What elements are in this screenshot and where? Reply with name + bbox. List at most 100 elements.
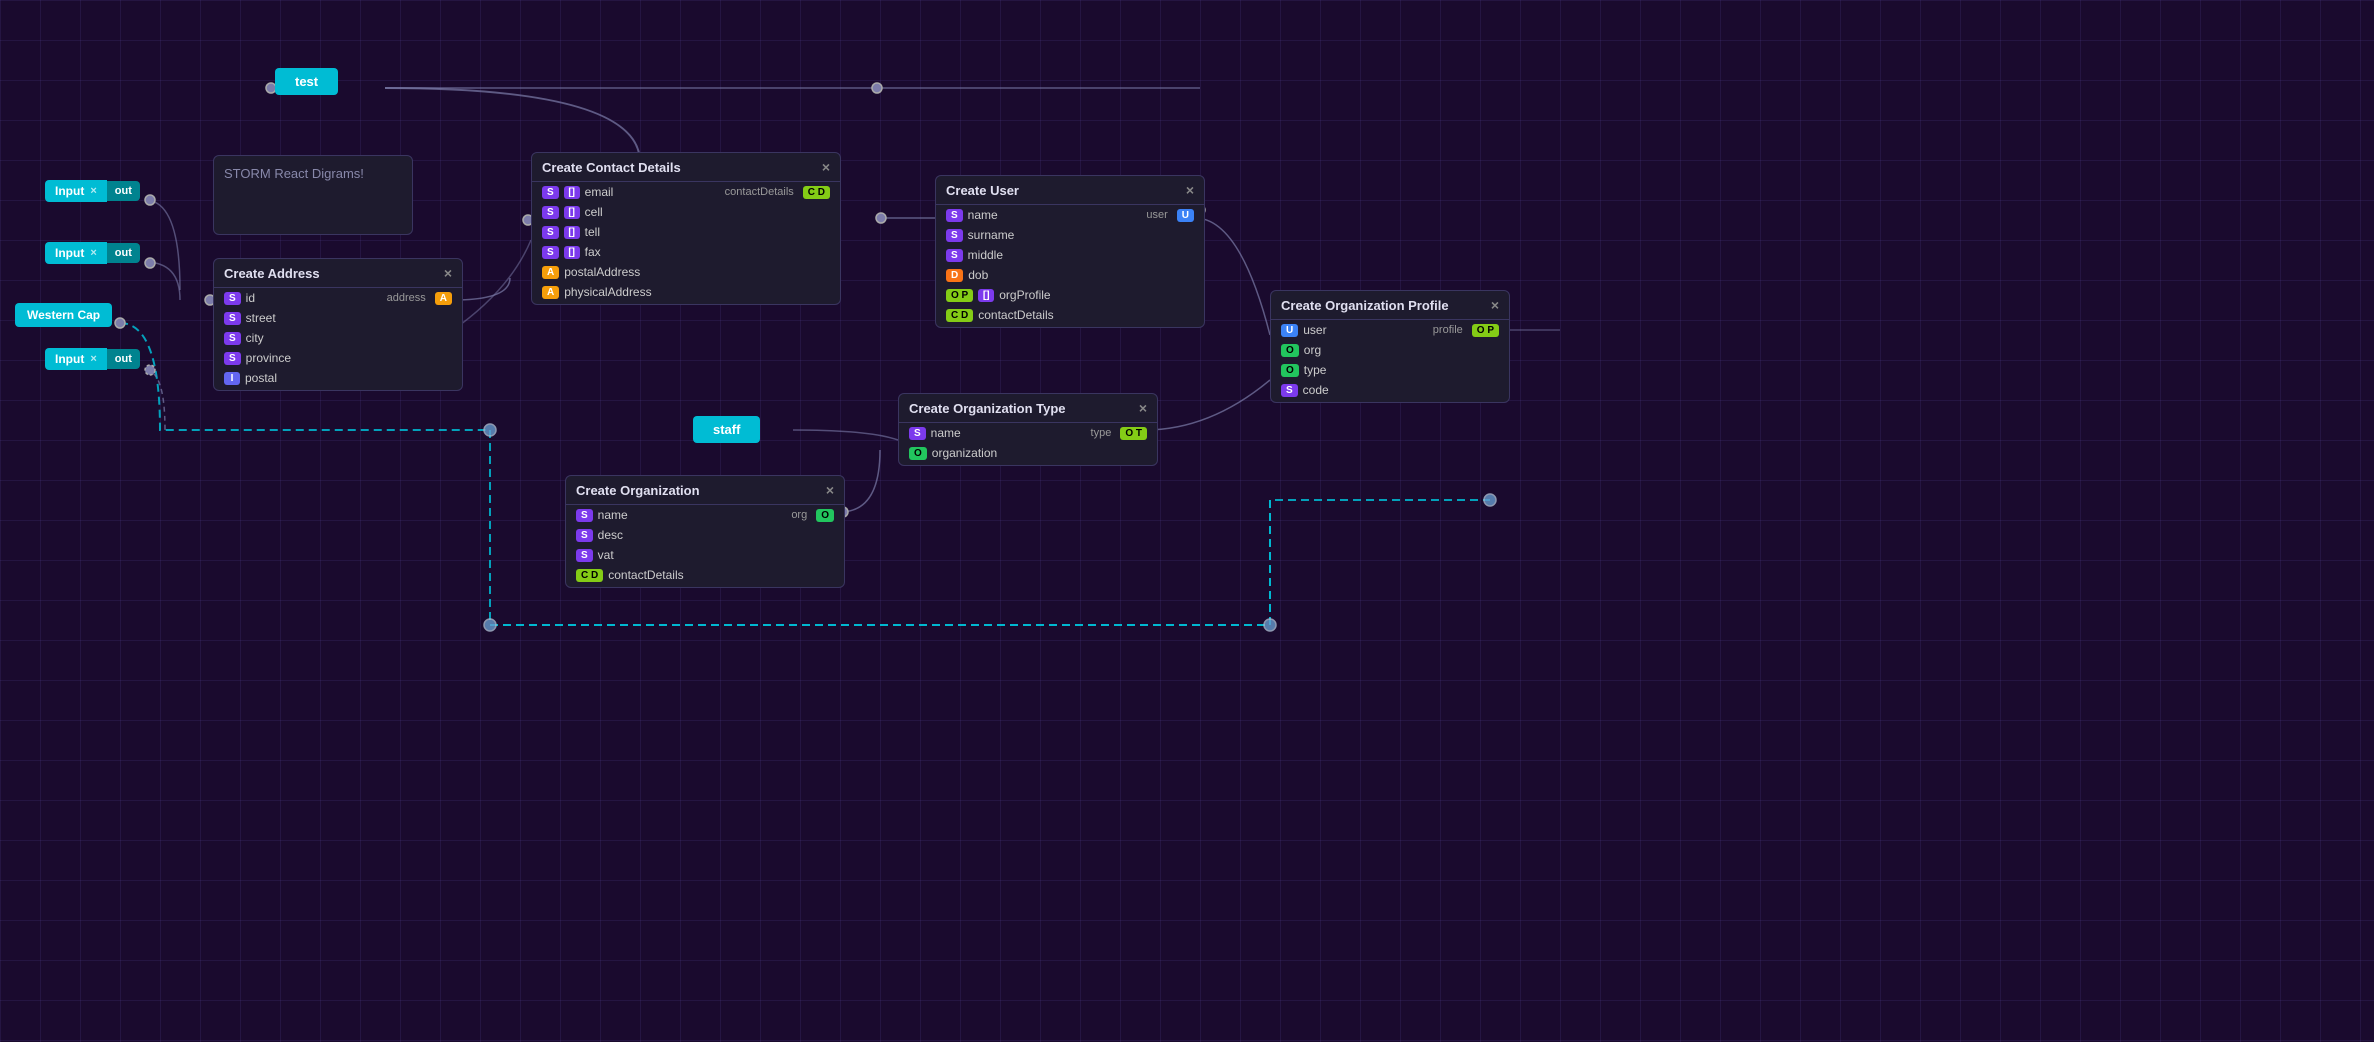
create-org-node: Create Organization × S name org O S des… <box>565 475 845 588</box>
input-1-close[interactable]: × <box>90 185 96 197</box>
badge-s-code: S <box>1281 384 1298 397</box>
badge-o-org-out: O <box>816 509 834 522</box>
create-org-type-node: Create Organization Type × S name type O… <box>898 393 1158 466</box>
field-type: type <box>1304 363 1327 377</box>
input-2-out: out <box>107 243 140 263</box>
staff-label: staff <box>713 422 740 437</box>
badge-s-street: S <box>224 312 241 325</box>
create-org-profile-close[interactable]: × <box>1491 297 1499 313</box>
field-middle: middle <box>968 248 1003 262</box>
create-address-close[interactable]: × <box>444 265 452 281</box>
badge-s-name: S <box>946 209 963 222</box>
contact-row-tell: S [] tell <box>532 222 840 242</box>
badge-ot: O T <box>1120 427 1147 440</box>
badge-a-address: A <box>435 292 452 305</box>
badge-s-id: S <box>224 292 241 305</box>
create-org-type-header: Create Organization Type × <box>899 394 1157 423</box>
contact-row-postal: A postalAddress <box>532 262 840 282</box>
create-org-title: Create Organization <box>576 483 700 498</box>
badge-u: U <box>1177 209 1194 222</box>
field-contactdetails: contactDetails <box>978 308 1053 322</box>
create-contact-details-title: Create Contact Details <box>542 160 681 175</box>
create-org-close[interactable]: × <box>826 482 834 498</box>
create-address-node: Create Address × S id address A S street… <box>213 258 463 391</box>
create-org-profile-title: Create Organization Profile <box>1281 298 1449 313</box>
badge-s-org-name: S <box>576 509 593 522</box>
org-row-name: S name org O <box>566 505 844 525</box>
staff-node[interactable]: staff <box>693 416 760 443</box>
field-user: user <box>1303 323 1326 337</box>
badge-brk-cell: [] <box>564 206 580 219</box>
field-orgtype-name: name <box>931 426 961 440</box>
western-cap-label: Western Cap <box>27 308 100 322</box>
orgtype-row-org: O organization <box>899 443 1157 465</box>
badge-s-province: S <box>224 352 241 365</box>
badge-s-vat: S <box>576 549 593 562</box>
input-3-out: out <box>107 349 140 369</box>
field-org-contactdetails: contactDetails <box>608 568 683 582</box>
input-label-1: Input × <box>45 180 107 202</box>
create-address-row-province: S province <box>214 348 462 368</box>
user-row-orgprofile: O P [] orgProfile <box>936 285 1204 305</box>
badge-s-surname: S <box>946 229 963 242</box>
badge-s-orgtype-name: S <box>909 427 926 440</box>
create-org-profile-node: Create Organization Profile × U user pro… <box>1270 290 1510 403</box>
badge-brk-fax: [] <box>564 246 580 259</box>
western-cap-node[interactable]: Western Cap <box>15 303 112 327</box>
field-surname: surname <box>968 228 1015 242</box>
input-label-2: Input × <box>45 242 107 264</box>
output-user-label: user <box>1146 209 1167 221</box>
badge-s-cell: S <box>542 206 559 219</box>
field-cell: cell <box>585 205 603 219</box>
org-row-vat: S vat <box>566 545 844 565</box>
create-address-header: Create Address × <box>214 259 462 288</box>
orgprofile-row-user: U user profile O P <box>1271 320 1509 340</box>
test-label: test <box>295 74 318 89</box>
output-org-label: org <box>791 509 807 521</box>
badge-op: O P <box>946 289 973 302</box>
input-3-close[interactable]: × <box>90 353 96 365</box>
field-org: org <box>1304 343 1321 357</box>
badge-brk-email: [] <box>564 186 580 199</box>
contact-row-physical: A physicalAddress <box>532 282 840 304</box>
field-id: id <box>246 291 255 305</box>
badge-s-tell: S <box>542 226 559 239</box>
contact-row-cell: S [] cell <box>532 202 840 222</box>
create-address-row-city: S city <box>214 328 462 348</box>
badge-a-postal: A <box>542 266 559 279</box>
field-fax: fax <box>585 245 601 259</box>
badge-cd-user: C D <box>946 309 973 322</box>
create-contact-details-header: Create Contact Details × <box>532 153 840 182</box>
canvas: test STORM React Digrams! Input × out In… <box>0 0 2374 1042</box>
field-postalAddress: postalAddress <box>564 265 640 279</box>
badge-o-org: O <box>1281 344 1299 357</box>
field-city: city <box>246 331 264 345</box>
field-tell: tell <box>585 225 600 239</box>
orgprofile-row-code: S code <box>1271 380 1509 402</box>
user-row-middle: S middle <box>936 245 1204 265</box>
user-row-dob: D dob <box>936 265 1204 285</box>
field-physicalAddress: physicalAddress <box>564 285 651 299</box>
test-node[interactable]: test <box>275 68 338 95</box>
field-orgprofile: orgProfile <box>999 288 1050 302</box>
badge-op-profile: O P <box>1472 324 1499 337</box>
badge-brk-tell: [] <box>564 226 580 239</box>
create-address-row-street: S street <box>214 308 462 328</box>
create-user-title: Create User <box>946 183 1019 198</box>
create-contact-details-close[interactable]: × <box>822 159 830 175</box>
field-organization: organization <box>932 446 997 460</box>
create-org-type-close[interactable]: × <box>1139 400 1147 416</box>
create-address-row-postal: I postal <box>214 368 462 390</box>
badge-cd-org: C D <box>576 569 603 582</box>
badge-u-user: U <box>1281 324 1298 337</box>
user-row-name: S name user U <box>936 205 1204 225</box>
create-address-row-id: S id address A <box>214 288 462 308</box>
create-org-type-title: Create Organization Type <box>909 401 1066 416</box>
create-user-close[interactable]: × <box>1186 182 1194 198</box>
create-user-node: Create User × S name user U S surname S … <box>935 175 1205 328</box>
input-node-3: Input × out <box>45 348 140 370</box>
input-2-close[interactable]: × <box>90 247 96 259</box>
output-profile-label: profile <box>1433 324 1463 336</box>
badge-d-dob: D <box>946 269 963 282</box>
create-contact-details-node: Create Contact Details × S [] email cont… <box>531 152 841 305</box>
